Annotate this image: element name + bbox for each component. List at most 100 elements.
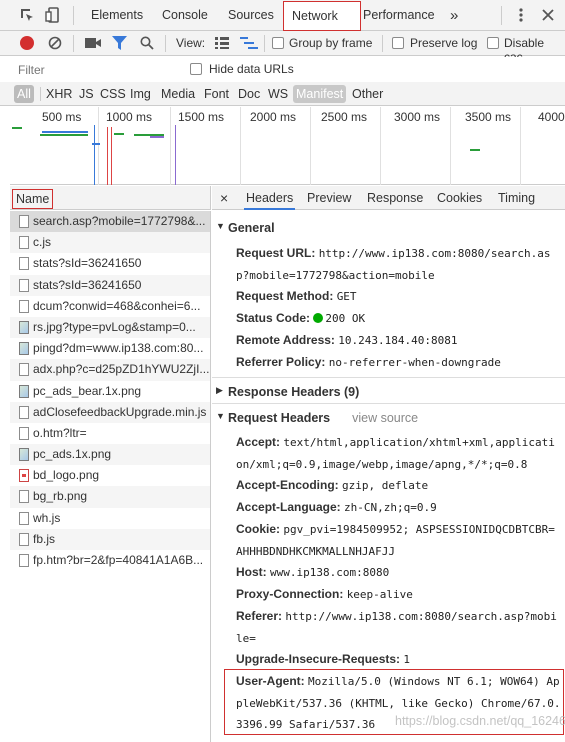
hide-data-urls-checkbox[interactable]: [190, 63, 202, 75]
tab-sources[interactable]: Sources: [220, 0, 282, 31]
close-icon[interactable]: ×: [220, 190, 228, 206]
request-row[interactable]: adClosefeedbackUpgrade.min.js: [10, 401, 210, 423]
tick-label: 1000 ms: [106, 110, 153, 124]
headers-panel: ▼ General Request URL: http://www.ip138.c…: [212, 211, 565, 742]
remote-address-row: Remote Address: 10.243.184.40:8081: [236, 330, 561, 352]
devtools-tab-bar: Elements Console Sources Network Perform…: [0, 0, 565, 31]
tab-timing[interactable]: Timing: [498, 186, 535, 210]
accept-encoding-row: Accept-Encoding: gzip, deflate: [236, 475, 561, 497]
more-tabs-icon[interactable]: »: [442, 0, 466, 31]
type-js[interactable]: JS: [76, 85, 97, 103]
disable-cache-checkbox[interactable]: [487, 37, 499, 49]
type-manifest[interactable]: Manifest: [293, 85, 347, 103]
request-row[interactable]: search.asp?mobile=1772798&...: [10, 211, 210, 233]
request-row[interactable]: o.htm?ltr=: [10, 423, 210, 444]
document-icon: [19, 426, 29, 440]
general-section[interactable]: ▼ General: [212, 221, 565, 235]
tab-network[interactable]: Network: [283, 1, 361, 31]
header-value: keep-alive: [346, 588, 413, 601]
divider: [40, 87, 41, 101]
divider: [73, 35, 74, 52]
tab-console[interactable]: Console: [154, 0, 216, 31]
header-value: no-referrer-when-downgrade: [328, 356, 501, 369]
filter-input[interactable]: [12, 60, 176, 79]
type-font[interactable]: Font: [201, 85, 232, 103]
name-column-header[interactable]: Name: [10, 186, 211, 210]
type-xhr[interactable]: XHR: [43, 85, 75, 103]
request-row[interactable]: bg_rb.png: [10, 486, 210, 508]
request-row[interactable]: fb.js: [10, 528, 210, 550]
filter-funnel-icon[interactable]: [112, 36, 127, 50]
kebab-menu-icon[interactable]: [512, 6, 530, 24]
close-icon[interactable]: [539, 6, 557, 24]
tab-response[interactable]: Response: [367, 186, 423, 210]
image-icon: [19, 320, 29, 334]
document-icon: [19, 554, 29, 567]
type-media[interactable]: Media: [158, 85, 198, 103]
divider: [212, 403, 565, 404]
header-value: www.ip138.com:8080: [270, 566, 390, 579]
document-icon: [19, 532, 29, 546]
referrer-policy-row: Referrer Policy: no-referrer-when-downgr…: [236, 352, 561, 374]
image-icon: [19, 469, 29, 483]
response-headers-section[interactable]: ▶ Response Headers (9): [212, 385, 565, 399]
view-source-link[interactable]: view source: [352, 411, 418, 425]
header-value: http://www.ip138.com:8080/search.asp?mob…: [236, 610, 557, 645]
request-row[interactable]: bd_logo.png: [10, 465, 210, 486]
request-name: fb.js: [33, 531, 56, 546]
network-toolbar: View: Group by frame Preserve log Disabl…: [0, 31, 565, 64]
type-doc[interactable]: Doc: [235, 85, 263, 103]
request-row[interactable]: pingd?dm=www.ip138.com:80...: [10, 338, 210, 359]
timeline-overview[interactable]: 500 ms 1000 ms 1500 ms 2000 ms 2500 ms 3…: [10, 107, 565, 185]
request-row[interactable]: rs.jpg?type=pvLog&stamp=0...: [10, 316, 210, 339]
document-icon: [19, 511, 29, 525]
tick-label: 3500 ms: [465, 110, 512, 124]
tab-performance[interactable]: Performance: [355, 0, 443, 31]
upgrade-insecure-row: Upgrade-Insecure-Requests: 1: [236, 649, 561, 671]
header-key: User-Agent:: [236, 674, 305, 688]
type-other[interactable]: Other: [349, 85, 386, 103]
request-row[interactable]: adx.php?c=d25pZD1hYWU2ZjI...: [10, 359, 210, 381]
record-icon[interactable]: [20, 36, 34, 50]
search-icon[interactable]: [140, 36, 154, 50]
tab-headers[interactable]: Headers: [244, 186, 296, 210]
host-row: Host: www.ip138.com:8080: [236, 562, 561, 584]
request-row[interactable]: stats?sId=36241650: [10, 253, 210, 274]
request-headers-section[interactable]: ▼ Request Headers view source: [212, 411, 565, 425]
screenshot-camera-icon[interactable]: [85, 37, 101, 49]
watermark: https://blog.csdn.net/qq_16246781: [395, 714, 565, 728]
request-row[interactable]: dcum?conwid=468&conhei=6...: [10, 296, 210, 317]
tab-cookies[interactable]: Cookies: [437, 186, 482, 210]
request-name: stats?sId=36241650: [33, 277, 142, 292]
request-row[interactable]: pc_ads_bear.1x.png: [10, 381, 210, 402]
divider: [73, 6, 74, 25]
request-row[interactable]: pc_ads.1x.png: [10, 444, 210, 466]
tab-preview[interactable]: Preview: [307, 186, 351, 210]
waterfall-overview-icon[interactable]: [240, 36, 258, 50]
device-toolbar-icon[interactable]: [44, 6, 62, 24]
inspect-element-icon[interactable]: [18, 6, 36, 24]
request-row[interactable]: stats?sId=36241650: [10, 274, 210, 296]
header-key: Request URL:: [236, 246, 316, 260]
request-row[interactable]: wh.js: [10, 508, 210, 529]
section-title: General: [228, 221, 275, 235]
request-row[interactable]: fp.htm?br=2&fp=40841A1A6B...: [10, 550, 210, 571]
document-icon: [19, 215, 29, 228]
tab-elements[interactable]: Elements: [83, 0, 151, 31]
preserve-log-checkbox[interactable]: [392, 37, 404, 49]
type-ws[interactable]: WS: [265, 85, 291, 103]
request-row[interactable]: c.js: [10, 232, 210, 254]
header-key: Accept-Language:: [236, 500, 341, 514]
request-name: pingd?dm=www.ip138.com:80...: [33, 341, 204, 356]
preserve-log-label: Preserve log: [410, 36, 478, 50]
divider: [382, 35, 383, 52]
type-img[interactable]: Img: [127, 85, 154, 103]
header-key: Host:: [236, 565, 267, 579]
large-rows-icon[interactable]: [215, 37, 229, 49]
group-by-frame-checkbox[interactable]: [272, 37, 284, 49]
tick-label: 2500 ms: [321, 110, 368, 124]
request-list: search.asp?mobile=1772798&... c.js stats…: [10, 211, 211, 742]
clear-icon[interactable]: [48, 36, 62, 50]
type-all[interactable]: All: [14, 85, 34, 103]
type-css[interactable]: CSS: [97, 85, 129, 103]
